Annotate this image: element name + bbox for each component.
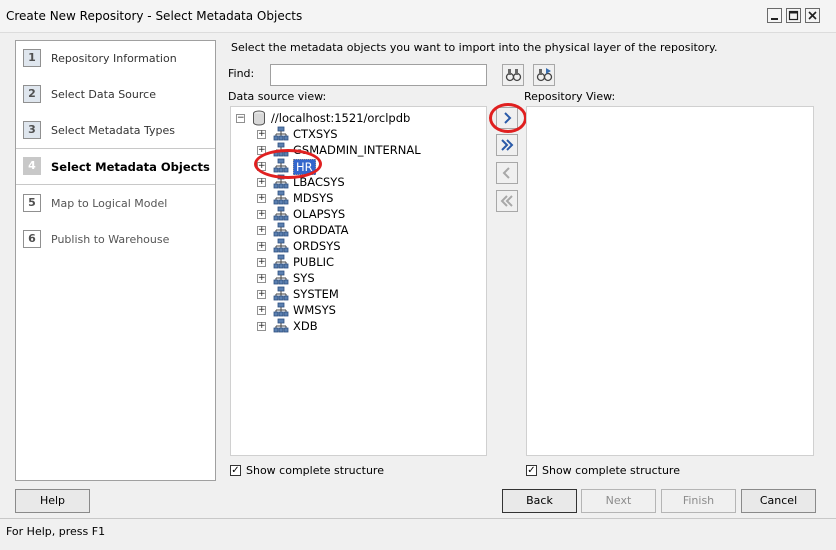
- status-text: For Help, press F1: [6, 525, 106, 538]
- schema-label: WMSYS: [293, 303, 336, 317]
- schema-label: PUBLIC: [293, 255, 335, 269]
- remove-selected-icon[interactable]: [496, 162, 518, 184]
- next-button[interactable]: Next: [581, 489, 656, 513]
- database-icon: [253, 110, 265, 126]
- schema-icon: [273, 238, 289, 253]
- expand-icon[interactable]: +: [257, 194, 266, 203]
- schema-label: CTXSYS: [293, 127, 338, 141]
- schema-label: ORDSYS: [293, 239, 341, 253]
- schema-icon: [273, 126, 289, 141]
- close-icon[interactable]: [805, 8, 820, 23]
- schema-label: SYS: [293, 271, 315, 285]
- step-number: 2: [23, 85, 41, 103]
- repository-view-label: Repository View:: [524, 90, 616, 103]
- help-button[interactable]: Help: [15, 489, 90, 513]
- title-bar: Create New Repository - Select Metadata …: [0, 0, 836, 33]
- step-label: Publish to Warehouse: [51, 233, 170, 246]
- schema-label: MDSYS: [293, 191, 334, 205]
- schema-icon: [273, 190, 289, 205]
- schema-label: SYSTEM: [293, 287, 339, 301]
- finish-button[interactable]: Finish: [661, 489, 736, 513]
- show-structure-checkbox-left[interactable]: ✓: [230, 465, 241, 476]
- step-number: 4: [23, 157, 41, 175]
- step-label: Map to Logical Model: [51, 197, 168, 210]
- wizard-step-select-metadata-types[interactable]: 3 Select Metadata Types: [16, 113, 215, 148]
- highlight-circle-import: [489, 103, 527, 133]
- step-label: Select Data Source: [51, 88, 156, 101]
- instruction-text: Select the metadata objects you want to …: [231, 41, 718, 54]
- expand-icon[interactable]: +: [257, 258, 266, 267]
- schema-icon: [273, 318, 289, 333]
- wizard-steps-panel: 1 Repository Information 2 Select Data S…: [15, 40, 216, 481]
- collapse-icon[interactable]: −: [236, 114, 245, 123]
- binoculars-icon[interactable]: [502, 64, 524, 86]
- cancel-button[interactable]: Cancel: [741, 489, 816, 513]
- wizard-step-publish-to-warehouse[interactable]: 6 Publish to Warehouse: [16, 222, 215, 257]
- step-number: 1: [23, 49, 41, 67]
- find-input[interactable]: [270, 64, 487, 86]
- expand-icon[interactable]: +: [257, 178, 266, 187]
- expand-icon[interactable]: +: [257, 290, 266, 299]
- wizard-step-map-to-logical-model[interactable]: 5 Map to Logical Model: [16, 186, 215, 221]
- window-title: Create New Repository - Select Metadata …: [6, 9, 303, 23]
- expand-icon[interactable]: +: [257, 242, 266, 251]
- expand-icon[interactable]: +: [257, 306, 266, 315]
- expand-icon[interactable]: +: [257, 130, 266, 139]
- wizard-step-select-metadata-objects[interactable]: 4 Select Metadata Objects: [16, 148, 215, 185]
- wizard-step-select-data-source[interactable]: 2 Select Data Source: [16, 77, 215, 112]
- step-number: 5: [23, 194, 41, 212]
- status-bar: For Help, press F1: [0, 518, 836, 550]
- binoculars-next-icon[interactable]: [533, 64, 555, 86]
- tree-root-label: //localhost:1521/orclpdb: [271, 111, 411, 125]
- remove-all-icon[interactable]: [496, 190, 518, 212]
- step-label: Select Metadata Objects: [51, 160, 210, 174]
- step-number: 6: [23, 230, 41, 248]
- schema-icon: [273, 206, 289, 221]
- expand-icon[interactable]: +: [257, 226, 266, 235]
- show-structure-label-left: Show complete structure: [246, 464, 384, 477]
- find-label: Find:: [228, 67, 255, 80]
- maximize-icon[interactable]: [786, 8, 801, 23]
- data-source-view-label: Data source view:: [228, 90, 327, 103]
- import-all-icon[interactable]: [496, 134, 518, 156]
- expand-icon[interactable]: +: [257, 274, 266, 283]
- schema-icon: [273, 222, 289, 237]
- step-label: Repository Information: [51, 52, 177, 65]
- schema-icon: [273, 302, 289, 317]
- show-structure-checkbox-right[interactable]: ✓: [526, 465, 537, 476]
- highlight-circle-hr: [254, 149, 322, 179]
- expand-icon[interactable]: +: [257, 210, 266, 219]
- step-number: 3: [23, 121, 41, 139]
- schema-label: ORDDATA: [293, 223, 349, 237]
- minimize-icon[interactable]: [767, 8, 782, 23]
- show-structure-label-right: Show complete structure: [542, 464, 680, 477]
- expand-icon[interactable]: +: [257, 322, 266, 331]
- repository-tree[interactable]: [526, 106, 814, 456]
- back-button[interactable]: Back: [502, 489, 577, 513]
- schema-label: OLAPSYS: [293, 207, 346, 221]
- step-label: Select Metadata Types: [51, 124, 176, 137]
- schema-icon: [273, 286, 289, 301]
- schema-label: XDB: [293, 319, 318, 333]
- schema-icon: [273, 254, 289, 269]
- wizard-step-repository-information[interactable]: 1 Repository Information: [16, 41, 215, 76]
- schema-icon: [273, 270, 289, 285]
